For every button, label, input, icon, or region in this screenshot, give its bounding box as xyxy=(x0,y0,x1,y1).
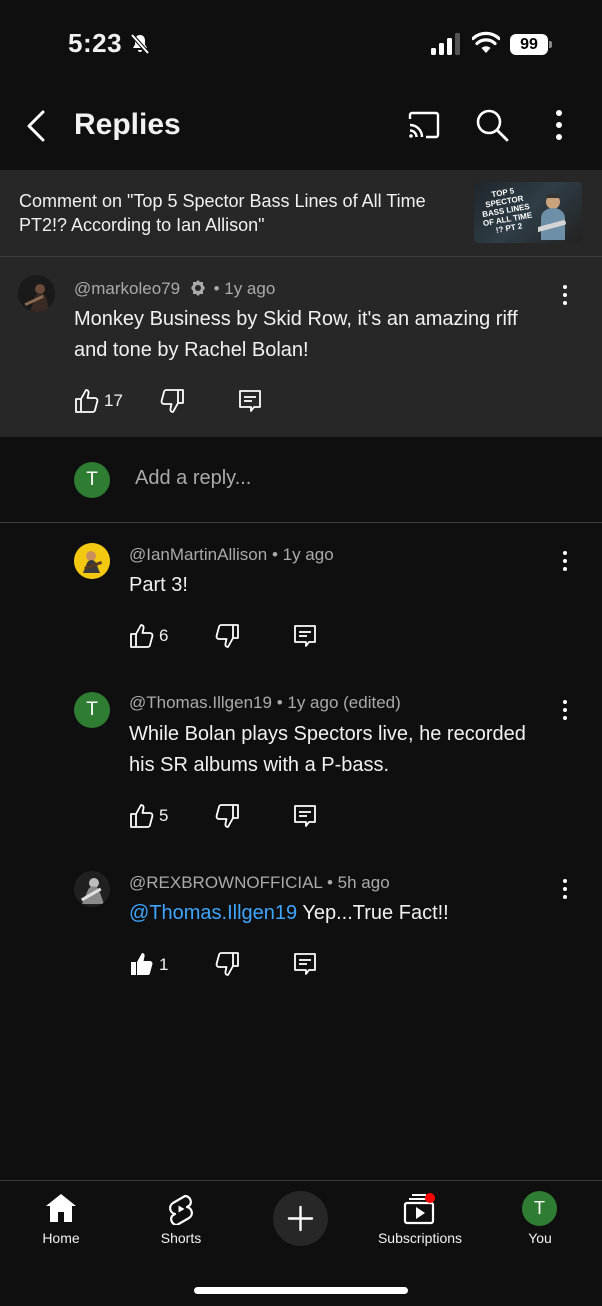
thumbnail-person-image xyxy=(538,194,566,240)
cast-icon[interactable] xyxy=(407,110,441,140)
comment-more-icon[interactable] xyxy=(557,549,573,573)
add-reply-input[interactable] xyxy=(135,467,535,490)
comment-time: • 1y ago xyxy=(213,279,276,298)
avatar[interactable]: T xyxy=(74,692,110,728)
verified-badge-icon xyxy=(190,280,205,296)
comment-text: Part 3! xyxy=(129,574,188,596)
app-header: Replies xyxy=(0,90,602,170)
like-count: 6 xyxy=(159,626,169,645)
subscriptions-icon xyxy=(403,1193,435,1225)
avatar-image xyxy=(74,543,110,579)
comment-text: @Thomas.Illgen19 Yep...True Fact!! xyxy=(129,898,549,929)
home-indicator xyxy=(194,1287,408,1294)
avatar[interactable] xyxy=(74,543,110,579)
dislike-icon[interactable] xyxy=(159,388,185,414)
dislike-icon[interactable] xyxy=(214,623,240,649)
bottom-navigation: Home Shorts Subscriptions T You xyxy=(0,1180,602,1306)
dislike-icon[interactable] xyxy=(214,951,240,977)
comment-meta: @Thomas.Illgen19 • 1y ago (edited) xyxy=(129,693,401,713)
reply-icon[interactable] xyxy=(237,388,263,414)
like-count: 17 xyxy=(104,391,123,410)
profile-avatar: T xyxy=(522,1191,557,1226)
nav-you[interactable]: T You xyxy=(480,1181,600,1253)
reply-icon[interactable] xyxy=(292,803,318,829)
divider xyxy=(0,522,602,523)
add-reply-row: T xyxy=(0,437,602,523)
create-button[interactable] xyxy=(273,1191,328,1246)
nav-label: Subscriptions xyxy=(377,1230,463,1246)
video-context-text: Comment on "Top 5 Spector Bass Lines of … xyxy=(19,191,426,235)
search-icon[interactable] xyxy=(475,108,509,142)
battery-tip xyxy=(549,41,552,48)
nav-subscriptions[interactable]: Subscriptions xyxy=(360,1181,480,1253)
like-count: 1 xyxy=(159,955,169,974)
comment-more-icon[interactable] xyxy=(557,698,573,722)
notification-dot xyxy=(425,1193,435,1203)
parent-comment: @markoleo79 • 1y ago Monkey Business by … xyxy=(0,257,602,437)
nav-home[interactable]: Home xyxy=(1,1181,121,1253)
mention-link[interactable]: @Thomas.Illgen19 xyxy=(129,902,297,924)
battery-level: 99 xyxy=(510,34,548,55)
bell-off-icon xyxy=(130,33,150,55)
nav-shorts[interactable]: Shorts xyxy=(121,1181,241,1253)
avatar-image xyxy=(74,871,110,907)
wifi-icon xyxy=(472,31,500,53)
signal-icon xyxy=(431,33,460,55)
comment-text: Monkey Business by Skid Row, it's an ama… xyxy=(74,308,518,361)
comment-text: While Bolan plays Spectors live, he reco… xyxy=(129,723,526,776)
comment-time: • 1y ago (edited) xyxy=(276,693,401,712)
like-icon[interactable] xyxy=(129,623,155,649)
status-time: 5:23 xyxy=(68,28,123,58)
status-bar: 5:23 99 xyxy=(0,0,602,90)
home-icon xyxy=(46,1194,76,1222)
nav-label: Shorts xyxy=(160,1230,202,1246)
nav-label: Home xyxy=(42,1230,80,1246)
plus-icon xyxy=(287,1205,314,1232)
comment-author[interactable]: @REXBROWNOFFICIAL xyxy=(129,873,322,892)
user-avatar[interactable]: T xyxy=(74,462,110,498)
avatar[interactable] xyxy=(18,275,55,312)
like-icon[interactable] xyxy=(74,388,100,414)
more-options-icon[interactable] xyxy=(548,108,570,142)
video-context-banner[interactable]: Comment on "Top 5 Spector Bass Lines of … xyxy=(0,170,602,256)
dislike-icon[interactable] xyxy=(214,803,240,829)
like-count: 5 xyxy=(159,806,169,825)
avatar-image xyxy=(18,275,55,312)
like-icon[interactable] xyxy=(129,803,155,829)
reply-icon[interactable] xyxy=(292,951,318,977)
comment-body: Yep...True Fact!! xyxy=(297,902,449,924)
avatar[interactable] xyxy=(74,871,110,907)
like-filled-icon[interactable] xyxy=(129,951,155,977)
battery-indicator: 99 xyxy=(510,34,552,55)
thumbnail-title: TOP 5 SPECTOR BASS LINES OF ALL TIME !? … xyxy=(481,186,533,235)
back-icon[interactable] xyxy=(22,106,52,146)
comment-author[interactable]: @Thomas.Illgen19 xyxy=(129,693,272,712)
comment-author[interactable]: @IanMartinAllison xyxy=(129,545,267,564)
video-thumbnail[interactable]: TOP 5 SPECTOR BASS LINES OF ALL TIME !? … xyxy=(474,182,582,243)
comment-meta: @REXBROWNOFFICIAL • 5h ago xyxy=(129,873,390,893)
comment-more-icon[interactable] xyxy=(557,283,573,307)
comment-meta: @IanMartinAllison • 1y ago xyxy=(129,545,334,565)
reply-icon[interactable] xyxy=(292,623,318,649)
page-title: Replies xyxy=(74,108,181,141)
comment-more-icon[interactable] xyxy=(557,877,573,901)
comment-meta: @markoleo79 • 1y ago xyxy=(74,279,275,299)
comment-time: • 5h ago xyxy=(327,873,390,892)
comment-author[interactable]: @markoleo79 xyxy=(74,279,180,298)
comment-time: • 1y ago xyxy=(271,545,334,564)
nav-label: You xyxy=(528,1230,552,1246)
shorts-icon xyxy=(169,1194,193,1225)
